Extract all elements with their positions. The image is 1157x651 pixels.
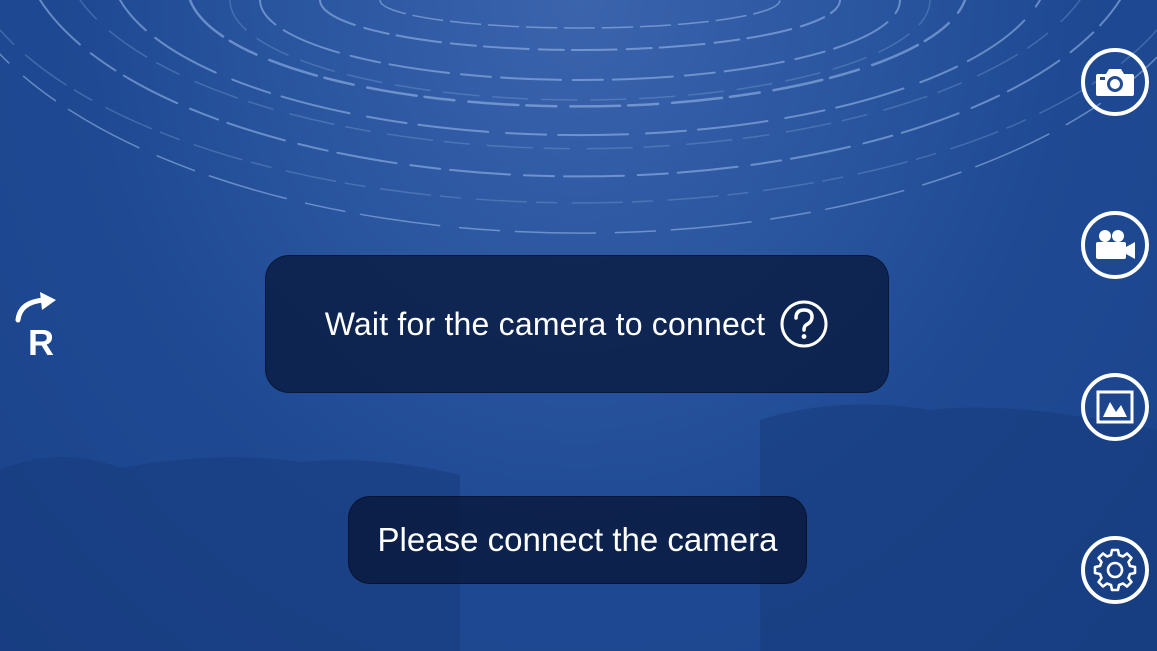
video-camera-icon <box>1096 230 1135 259</box>
photo-button[interactable] <box>1081 48 1149 116</box>
camera-screen: R Wait for the camera to connect Please … <box>0 0 1157 651</box>
status-message: Wait for the camera to connect <box>324 305 766 342</box>
video-button[interactable] <box>1081 211 1149 279</box>
gallery-button[interactable] <box>1081 373 1149 441</box>
camera-icon <box>1096 69 1134 96</box>
connect-camera-button[interactable]: Please connect the camera <box>348 496 807 584</box>
question-circle-icon[interactable] <box>779 299 829 349</box>
rotate-button[interactable]: R <box>6 288 70 363</box>
status-panel: Wait for the camera to connect <box>265 255 889 393</box>
gallery-icon <box>1096 390 1134 424</box>
settings-button[interactable] <box>1081 536 1149 604</box>
svg-text:R: R <box>28 322 54 360</box>
rotate-r-icon: R <box>15 292 56 363</box>
gear-icon <box>1093 548 1137 592</box>
